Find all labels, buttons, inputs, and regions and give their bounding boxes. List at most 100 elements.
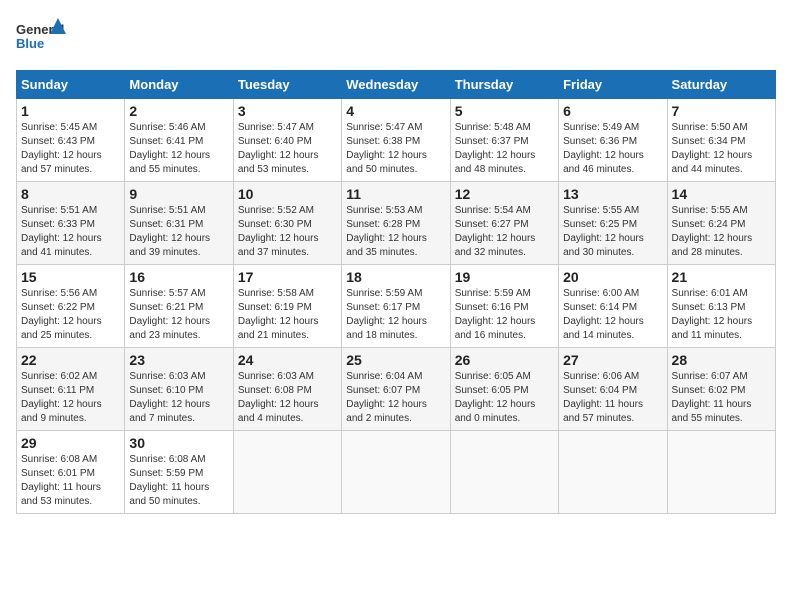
day-number: 4 (346, 103, 445, 119)
day-info: Sunrise: 5:59 AM Sunset: 6:16 PM Dayligh… (455, 287, 554, 343)
calendar-day-15: 15 Sunrise: 5:56 AM Sunset: 6:22 PM Dayli… (17, 265, 125, 348)
day-number: 8 (21, 186, 120, 202)
day-number: 3 (238, 103, 337, 119)
calendar-week-4: 22Sunrise: 6:02 AM Sunset: 6:11 PM Dayli… (17, 348, 776, 431)
calendar-day-10: 10Sunrise: 5:52 AM Sunset: 6:30 PM Dayli… (233, 182, 341, 265)
day-info: Sunrise: 6:08 AM Sunset: 5:59 PM Dayligh… (129, 453, 228, 509)
calendar-day-8: 8 Sunrise: 5:51 AM Sunset: 6:33 PM Daylig… (17, 182, 125, 265)
day-number: 30 (129, 435, 228, 451)
empty-cell (342, 431, 450, 514)
day-number: 21 (672, 269, 771, 285)
calendar-day-19: 19Sunrise: 5:59 AM Sunset: 6:16 PM Dayli… (450, 265, 558, 348)
day-header-monday: Monday (125, 71, 233, 99)
day-number: 6 (563, 103, 662, 119)
day-info: Sunrise: 5:47 AM Sunset: 6:38 PM Dayligh… (346, 121, 445, 177)
calendar-day-7: 7 Sunrise: 5:50 AM Sunset: 6:34 PM Daylig… (667, 99, 775, 182)
day-info: Sunrise: 6:07 AM Sunset: 6:02 PM Dayligh… (672, 370, 771, 426)
day-number: 22 (21, 352, 120, 368)
day-number: 2 (129, 103, 228, 119)
day-info: Sunrise: 5:53 AM Sunset: 6:28 PM Dayligh… (346, 204, 445, 260)
day-header-tuesday: Tuesday (233, 71, 341, 99)
day-info: Sunrise: 5:49 AM Sunset: 6:36 PM Dayligh… (563, 121, 662, 177)
calendar-day-2: 2 Sunrise: 5:46 AM Sunset: 6:41 PM Daylig… (125, 99, 233, 182)
empty-cell (233, 431, 341, 514)
calendar-day-5: 5 Sunrise: 5:48 AM Sunset: 6:37 PM Daylig… (450, 99, 558, 182)
day-number: 24 (238, 352, 337, 368)
day-number: 15 (21, 269, 120, 285)
day-info: Sunrise: 5:47 AM Sunset: 6:40 PM Dayligh… (238, 121, 337, 177)
svg-text:Blue: Blue (16, 36, 44, 51)
calendar-day-21: 21 Sunrise: 6:01 AM Sunset: 6:13 PM Dayli… (667, 265, 775, 348)
calendar-day-12: 12 Sunrise: 5:54 AM Sunset: 6:27 PM Dayli… (450, 182, 558, 265)
day-info: Sunrise: 5:57 AM Sunset: 6:21 PM Dayligh… (129, 287, 228, 343)
calendar-day-13: 13 Sunrise: 5:55 AM Sunset: 6:25 PM Dayli… (559, 182, 667, 265)
day-number: 9 (129, 186, 228, 202)
day-header-saturday: Saturday (667, 71, 775, 99)
calendar-day-28: 28Sunrise: 6:07 AM Sunset: 6:02 PM Dayli… (667, 348, 775, 431)
day-number: 18 (346, 269, 445, 285)
day-info: Sunrise: 6:00 AM Sunset: 6:14 PM Dayligh… (563, 287, 662, 343)
calendar-week-2: 8 Sunrise: 5:51 AM Sunset: 6:33 PM Daylig… (17, 182, 776, 265)
calendar-week-3: 15 Sunrise: 5:56 AM Sunset: 6:22 PM Dayli… (17, 265, 776, 348)
day-number: 12 (455, 186, 554, 202)
day-info: Sunrise: 6:04 AM Sunset: 6:07 PM Dayligh… (346, 370, 445, 426)
day-info: Sunrise: 6:01 AM Sunset: 6:13 PM Dayligh… (672, 287, 771, 343)
empty-cell (559, 431, 667, 514)
day-info: Sunrise: 5:50 AM Sunset: 6:34 PM Dayligh… (672, 121, 771, 177)
day-info: Sunrise: 5:45 AM Sunset: 6:43 PM Dayligh… (21, 121, 120, 177)
day-number: 16 (129, 269, 228, 285)
day-info: Sunrise: 6:06 AM Sunset: 6:04 PM Dayligh… (563, 370, 662, 426)
day-info: Sunrise: 5:51 AM Sunset: 6:31 PM Dayligh… (129, 204, 228, 260)
day-number: 27 (563, 352, 662, 368)
day-number: 14 (672, 186, 771, 202)
day-number: 1 (21, 103, 120, 119)
day-number: 5 (455, 103, 554, 119)
empty-cell (450, 431, 558, 514)
day-number: 13 (563, 186, 662, 202)
day-info: Sunrise: 5:56 AM Sunset: 6:22 PM Dayligh… (21, 287, 120, 343)
calendar-table: SundayMondayTuesdayWednesdayThursdayFrid… (16, 70, 776, 514)
calendar-day-17: 17Sunrise: 5:58 AM Sunset: 6:19 PM Dayli… (233, 265, 341, 348)
calendar-day-30: 30 Sunrise: 6:08 AM Sunset: 5:59 PM Dayli… (125, 431, 233, 514)
day-info: Sunrise: 6:08 AM Sunset: 6:01 PM Dayligh… (21, 453, 120, 509)
calendar-day-4: 4 Sunrise: 5:47 AM Sunset: 6:38 PM Daylig… (342, 99, 450, 182)
calendar-day-9: 9 Sunrise: 5:51 AM Sunset: 6:31 PM Daylig… (125, 182, 233, 265)
calendar-day-1: 1 Sunrise: 5:45 AM Sunset: 6:43 PM Daylig… (17, 99, 125, 182)
day-info: Sunrise: 5:55 AM Sunset: 6:25 PM Dayligh… (563, 204, 662, 260)
calendar-week-1: 1 Sunrise: 5:45 AM Sunset: 6:43 PM Daylig… (17, 99, 776, 182)
calendar-header-row: SundayMondayTuesdayWednesdayThursdayFrid… (17, 71, 776, 99)
day-header-thursday: Thursday (450, 71, 558, 99)
calendar-day-3: 3 Sunrise: 5:47 AM Sunset: 6:40 PM Daylig… (233, 99, 341, 182)
calendar-day-20: 20Sunrise: 6:00 AM Sunset: 6:14 PM Dayli… (559, 265, 667, 348)
day-header-wednesday: Wednesday (342, 71, 450, 99)
day-number: 25 (346, 352, 445, 368)
logo: General Blue (16, 16, 66, 58)
day-info: Sunrise: 5:51 AM Sunset: 6:33 PM Dayligh… (21, 204, 120, 260)
calendar-day-14: 14 Sunrise: 5:55 AM Sunset: 6:24 PM Dayli… (667, 182, 775, 265)
calendar-day-6: 6 Sunrise: 5:49 AM Sunset: 6:36 PM Daylig… (559, 99, 667, 182)
calendar-day-24: 24Sunrise: 6:03 AM Sunset: 6:08 PM Dayli… (233, 348, 341, 431)
day-info: Sunrise: 5:48 AM Sunset: 6:37 PM Dayligh… (455, 121, 554, 177)
day-number: 7 (672, 103, 771, 119)
day-number: 29 (21, 435, 120, 451)
page-header: General Blue (16, 16, 776, 58)
calendar-day-27: 27 Sunrise: 6:06 AM Sunset: 6:04 PM Dayli… (559, 348, 667, 431)
calendar-body: 1 Sunrise: 5:45 AM Sunset: 6:43 PM Daylig… (17, 99, 776, 514)
day-info: Sunrise: 6:05 AM Sunset: 6:05 PM Dayligh… (455, 370, 554, 426)
day-info: Sunrise: 5:46 AM Sunset: 6:41 PM Dayligh… (129, 121, 228, 177)
calendar-day-29: 29 Sunrise: 6:08 AM Sunset: 6:01 PM Dayli… (17, 431, 125, 514)
calendar-day-18: 18 Sunrise: 5:59 AM Sunset: 6:17 PM Dayli… (342, 265, 450, 348)
calendar-day-23: 23Sunrise: 6:03 AM Sunset: 6:10 PM Dayli… (125, 348, 233, 431)
day-info: Sunrise: 5:58 AM Sunset: 6:19 PM Dayligh… (238, 287, 337, 343)
empty-cell (667, 431, 775, 514)
day-number: 23 (129, 352, 228, 368)
day-info: Sunrise: 5:59 AM Sunset: 6:17 PM Dayligh… (346, 287, 445, 343)
day-number: 11 (346, 186, 445, 202)
day-info: Sunrise: 5:55 AM Sunset: 6:24 PM Dayligh… (672, 204, 771, 260)
day-number: 10 (238, 186, 337, 202)
calendar-day-26: 26Sunrise: 6:05 AM Sunset: 6:05 PM Dayli… (450, 348, 558, 431)
calendar-day-16: 16 Sunrise: 5:57 AM Sunset: 6:21 PM Dayli… (125, 265, 233, 348)
calendar-week-5: 29 Sunrise: 6:08 AM Sunset: 6:01 PM Dayli… (17, 431, 776, 514)
logo-svg: General Blue (16, 16, 66, 58)
day-info: Sunrise: 5:54 AM Sunset: 6:27 PM Dayligh… (455, 204, 554, 260)
